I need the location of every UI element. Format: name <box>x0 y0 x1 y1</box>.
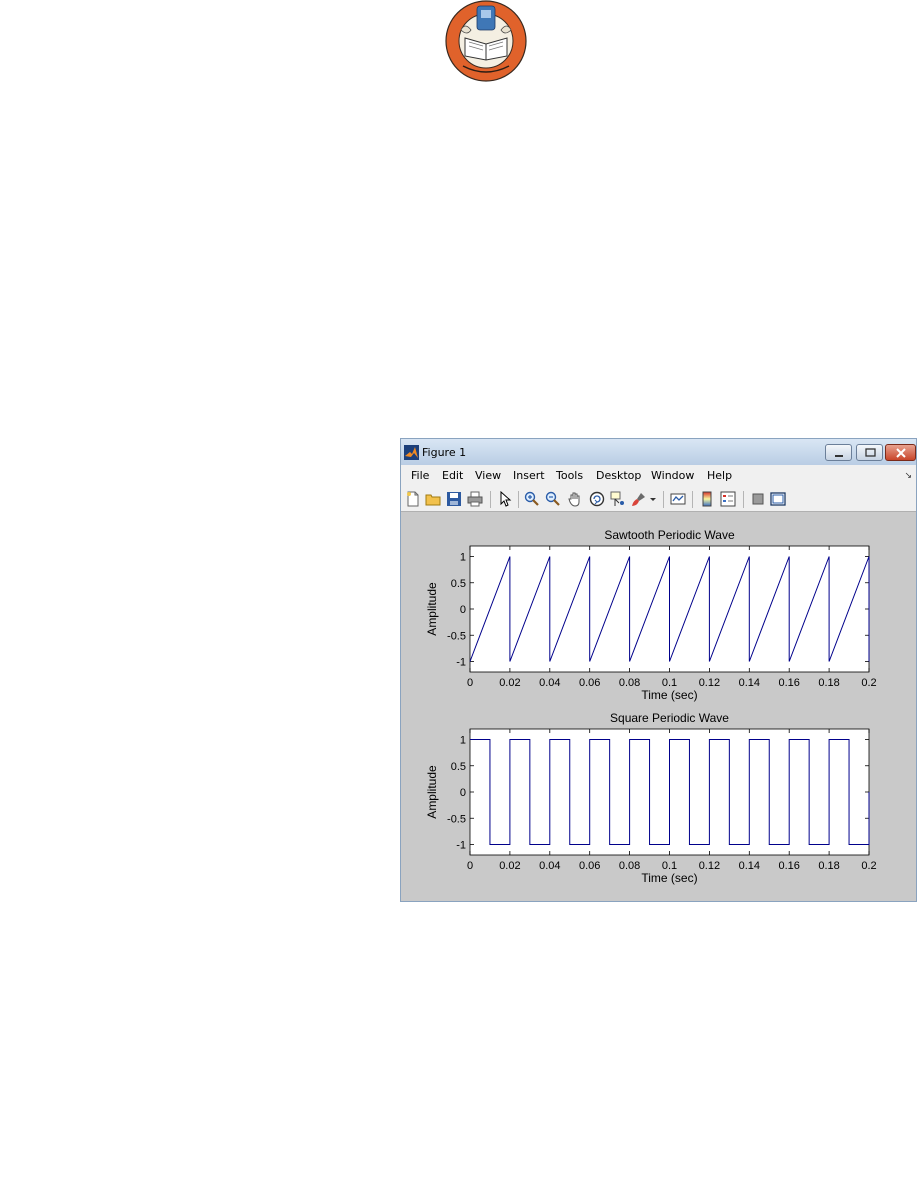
x-tick-label: 0.14 <box>739 677 760 689</box>
figure-window: Figure 1 File Edit View Insert Tools Des… <box>400 438 917 902</box>
figure-toolbar <box>401 487 916 512</box>
x-tick-label: 0.02 <box>499 860 520 872</box>
pan-hand-icon[interactable] <box>567 491 583 507</box>
menu-insert[interactable]: Insert <box>513 469 545 482</box>
legend-icon[interactable] <box>720 491 736 507</box>
colorbar-icon[interactable] <box>699 491 715 507</box>
show-plot-tools-icon[interactable] <box>770 491 786 507</box>
y-tick-label: 1 <box>460 552 466 564</box>
y-axis-label: Amplitude <box>425 582 439 636</box>
x-tick-label: 0.08 <box>619 860 640 872</box>
x-tick-label: 0.18 <box>818 677 839 689</box>
x-tick-label: 0.16 <box>778 860 799 872</box>
hide-plot-tools-icon[interactable] <box>750 491 766 507</box>
menubar: File Edit View Insert Tools Desktop Wind… <box>401 465 916 487</box>
x-tick-label: 0.06 <box>579 677 600 689</box>
menu-file[interactable]: File <box>411 469 429 482</box>
y-tick-label: -1 <box>456 657 466 669</box>
square-axes: Square Periodic Wave 0 0.02 0.04 0.06 0.08 0.1… <box>425 711 877 885</box>
x-tick-label: 0.18 <box>818 860 839 872</box>
dock-arrow-icon[interactable]: ↘ <box>904 470 912 481</box>
open-file-icon[interactable] <box>425 491 441 507</box>
y-axis-label: Amplitude <box>425 765 439 819</box>
close-button[interactable] <box>885 444 916 461</box>
series-line <box>470 739 870 845</box>
x-tick-label: 0.16 <box>778 677 799 689</box>
close-icon <box>896 448 906 458</box>
y-tick-label: 0 <box>460 604 466 616</box>
figure-canvas: Sawtooth Periodic Wave 0 0.02 0.04 0.06 0.08 0… <box>425 528 877 885</box>
link-plot-icon[interactable] <box>670 491 686 507</box>
menu-help[interactable]: Help <box>707 469 732 482</box>
window-title: Figure 1 <box>422 446 467 459</box>
toolbar-separator <box>692 491 693 508</box>
x-tick-label: 0.02 <box>499 677 520 689</box>
y-tick-label: -0.5 <box>447 813 466 825</box>
x-tick-label: 0.04 <box>539 860 560 872</box>
menu-desktop[interactable]: Desktop <box>596 469 641 482</box>
x-tick-label: 0.2 <box>861 677 876 689</box>
minimize-icon <box>835 455 843 457</box>
menu-window[interactable]: Window <box>651 469 694 482</box>
x-tick-label: 0.2 <box>861 860 876 872</box>
zoom-out-icon[interactable] <box>545 491 561 507</box>
toolbar-separator <box>490 491 491 508</box>
x-tick-label: 0.04 <box>539 677 560 689</box>
brush-dropdown-icon[interactable] <box>648 491 658 507</box>
new-figure-icon[interactable] <box>405 491 421 507</box>
toolbar-separator <box>743 491 744 508</box>
maximize-icon <box>865 448 876 457</box>
brush-icon[interactable] <box>631 491 647 507</box>
x-axis-label: Time (sec) <box>641 688 697 702</box>
x-tick-label: 0.12 <box>699 860 720 872</box>
x-axis-label: Time (sec) <box>641 871 697 885</box>
minimize-button[interactable] <box>825 444 852 461</box>
data-cursor-icon[interactable] <box>610 491 626 507</box>
menu-tools[interactable]: Tools <box>556 469 583 482</box>
pointer-icon[interactable] <box>497 491 513 507</box>
sawtooth-axes: Sawtooth Periodic Wave 0 0.02 0.04 0.06 0.08 0… <box>425 528 877 702</box>
window-titlebar[interactable]: Figure 1 <box>401 439 916 465</box>
x-tick-label: 0 <box>467 860 473 872</box>
menu-view[interactable]: View <box>475 469 501 482</box>
matlab-logo-icon <box>404 445 419 460</box>
toolbar-separator <box>663 491 664 508</box>
print-icon[interactable] <box>467 491 483 507</box>
x-tick-label: 0 <box>467 677 473 689</box>
chart-title: Square Periodic Wave <box>610 711 729 725</box>
y-tick-label: -1 <box>456 840 466 852</box>
maximize-button[interactable] <box>856 444 883 461</box>
y-tick-label: 0 <box>460 787 466 799</box>
rotate-3d-icon[interactable] <box>589 491 605 507</box>
y-tick-label: 0.5 <box>451 578 466 590</box>
zoom-in-icon[interactable] <box>524 491 540 507</box>
x-tick-label: 0.14 <box>739 860 760 872</box>
chart-title: Sawtooth Periodic Wave <box>604 528 735 542</box>
university-seal-logo <box>445 0 527 82</box>
x-tick-label: 0.08 <box>619 677 640 689</box>
x-tick-label: 0.12 <box>699 677 720 689</box>
x-tick-label: 0.06 <box>579 860 600 872</box>
y-tick-label: 1 <box>460 735 466 747</box>
y-tick-label: -0.5 <box>447 630 466 642</box>
menu-edit[interactable]: Edit <box>442 469 463 482</box>
save-icon[interactable] <box>446 491 462 507</box>
toolbar-separator <box>518 491 519 508</box>
y-tick-label: 0.5 <box>451 761 466 773</box>
